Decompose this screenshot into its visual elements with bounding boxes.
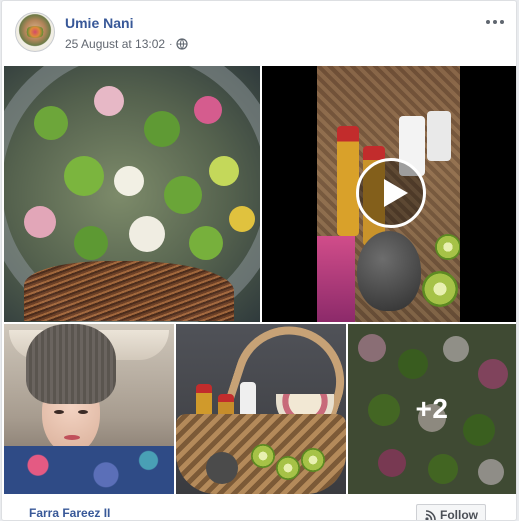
dot bbox=[486, 20, 490, 24]
eye bbox=[78, 410, 88, 414]
photo-flower-bath[interactable] bbox=[4, 66, 260, 322]
petal bbox=[114, 166, 144, 196]
globe-icon[interactable] bbox=[176, 38, 189, 50]
lime bbox=[164, 176, 202, 214]
dot bbox=[493, 20, 497, 24]
follow-button[interactable]: Follow bbox=[416, 504, 486, 521]
lime bbox=[74, 226, 108, 260]
video-basket[interactable] bbox=[262, 66, 516, 322]
author-avatar[interactable] bbox=[15, 12, 55, 52]
play-icon[interactable] bbox=[356, 158, 426, 228]
lime-slice bbox=[422, 271, 458, 307]
post-header: Umie Nani 25 August at 13:02 · bbox=[2, 1, 516, 63]
lime bbox=[144, 111, 180, 147]
white-bottle bbox=[427, 111, 451, 161]
roots bbox=[24, 261, 234, 321]
head-towel bbox=[26, 324, 116, 404]
lime-slice bbox=[301, 448, 325, 472]
commenter-name[interactable]: Farra Fareez II bbox=[29, 506, 110, 520]
cloth bbox=[317, 236, 355, 322]
pumice-stone bbox=[206, 452, 238, 484]
pumice-stone bbox=[357, 231, 421, 311]
more-photos-count[interactable]: +2 bbox=[348, 324, 516, 494]
post-date[interactable]: 25 August at 13:02 bbox=[65, 37, 165, 51]
lips bbox=[64, 435, 80, 440]
lime bbox=[34, 106, 68, 140]
lime-slice bbox=[435, 234, 460, 260]
petal bbox=[24, 206, 56, 238]
petal bbox=[94, 86, 124, 116]
petal bbox=[129, 216, 165, 252]
lime bbox=[64, 156, 104, 196]
photo-spa-basket[interactable] bbox=[176, 324, 346, 494]
petal bbox=[194, 96, 222, 124]
lime-slice bbox=[251, 444, 275, 468]
eye bbox=[54, 410, 64, 414]
photo-woman-towel[interactable] bbox=[4, 324, 174, 494]
follow-label: Follow bbox=[440, 508, 478, 521]
more-options-icon[interactable] bbox=[484, 13, 506, 31]
meta-separator: · bbox=[169, 38, 173, 50]
lime-slice bbox=[209, 156, 239, 186]
lime bbox=[189, 226, 223, 260]
dot bbox=[500, 20, 504, 24]
post-meta: 25 August at 13:02 · bbox=[65, 37, 189, 51]
photo-more[interactable]: +2 bbox=[348, 324, 516, 494]
rss-icon bbox=[425, 509, 436, 520]
author-name[interactable]: Umie Nani bbox=[65, 15, 133, 31]
post-card: Umie Nani 25 August at 13:02 · +2 Farra … bbox=[1, 0, 517, 521]
oil-bottle bbox=[337, 126, 359, 236]
floral-shirt bbox=[4, 446, 174, 494]
petal bbox=[229, 206, 255, 232]
lime-slice bbox=[276, 456, 300, 480]
